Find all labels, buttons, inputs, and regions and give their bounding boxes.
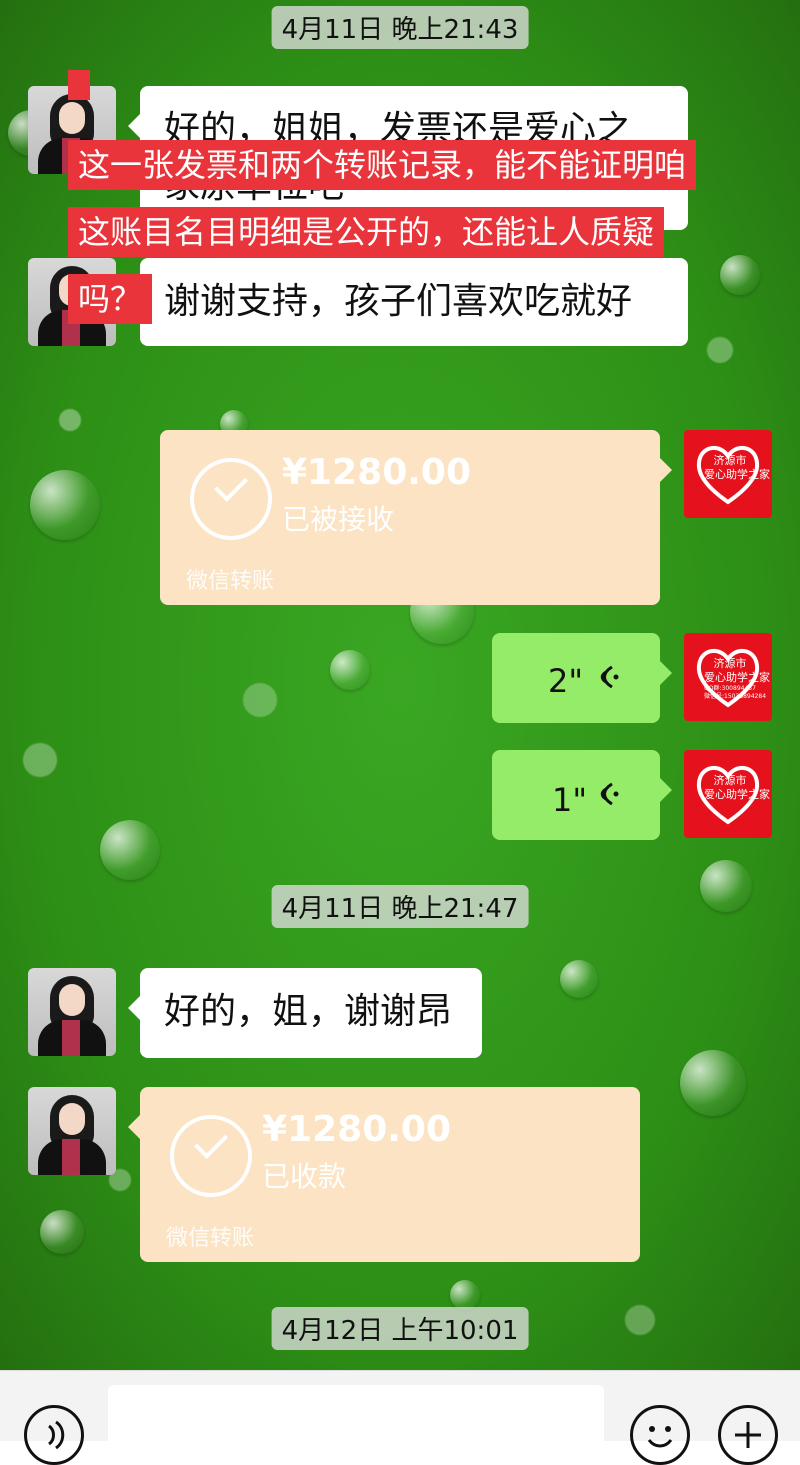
- water-droplet: [720, 255, 760, 295]
- wechat-transfer-card[interactable]: ¥1280.00 已收款 微信转账: [128, 1087, 640, 1262]
- message-text: 谢谢支持，孩子们喜欢吃就好: [164, 281, 633, 322]
- water-droplet: [450, 1280, 480, 1310]
- self-avatar-logo[interactable]: 济源市 爱心助学之家 QQ群:300894437 微信号:15038894284: [684, 633, 772, 721]
- transfer-footer: 微信转账: [166, 1226, 255, 1251]
- transfer-status: 已被接收: [282, 503, 395, 536]
- check-circle-icon: [170, 1115, 252, 1197]
- plus-button[interactable]: [718, 1405, 778, 1465]
- transfer-footer: 微信转账: [186, 569, 275, 594]
- contact-avatar[interactable]: [28, 1087, 116, 1175]
- timestamp: 4月12日 上午10:01: [271, 1307, 529, 1350]
- logo-phone: 微信号:15038894284: [704, 693, 767, 700]
- water-droplet: [40, 1210, 84, 1254]
- transfer-amount: ¥1280.00: [262, 1109, 452, 1150]
- timestamp: 4月11日 晚上21:47: [271, 885, 529, 928]
- transfer-amount: ¥1280.00: [282, 452, 472, 493]
- message-bubble[interactable]: 谢谢支持，孩子们喜欢吃就好: [128, 258, 688, 346]
- water-droplet: [30, 470, 100, 540]
- caption-marker: [68, 70, 90, 100]
- voice-message[interactable]: 2": [492, 633, 672, 723]
- voice-message[interactable]: 1": [492, 750, 672, 840]
- plus-icon: [735, 1422, 761, 1448]
- overlay-caption-line: 这一张发票和两个转账记录，能不能证明咱: [68, 140, 697, 190]
- voice-wave-icon: [600, 665, 619, 689]
- water-droplet: [560, 960, 598, 998]
- overlay-caption-line: 吗？: [68, 274, 153, 324]
- logo-subtitle: 爱心助学之家: [704, 468, 770, 481]
- water-droplet: [680, 1050, 746, 1116]
- message-text: 好的，姐，谢谢昂: [164, 991, 453, 1032]
- water-droplet: [700, 860, 752, 912]
- voice-duration: 1": [552, 781, 588, 819]
- transfer-status: 已收款: [262, 1160, 347, 1193]
- voice-wave-icon: [600, 782, 619, 806]
- check-circle-icon: [190, 458, 272, 540]
- wechat-transfer-card[interactable]: ¥1280.00 已被接收 微信转账: [160, 430, 672, 605]
- voice-input-icon: [48, 1420, 65, 1450]
- emoji-icon: [647, 1426, 673, 1448]
- input-toolbar: [0, 1370, 800, 1465]
- message-input[interactable]: [108, 1385, 604, 1457]
- self-avatar-logo[interactable]: 济源市 爱心助学之家: [684, 430, 772, 518]
- water-droplet: [330, 650, 370, 690]
- emoji-button[interactable]: [630, 1405, 690, 1465]
- overlay-caption-line: 这账目名目明细是公开的，还能让人质疑: [68, 207, 665, 257]
- message-bubble[interactable]: 好的，姐，谢谢昂: [128, 968, 482, 1058]
- water-droplet: [100, 820, 160, 880]
- contact-avatar[interactable]: [28, 968, 116, 1056]
- timestamp: 4月11日 晚上21:43: [271, 6, 529, 49]
- self-avatar-logo[interactable]: 济源市 爱心助学之家: [684, 750, 772, 838]
- voice-input-button[interactable]: [24, 1405, 84, 1465]
- chat-background: 4月11日 晚上21:43 好的，姐姐，发票还是爱心之家原单位吧 谢谢支持，孩子…: [0, 0, 800, 1370]
- voice-duration: 2": [548, 662, 584, 700]
- logo-subtitle: 爱心助学之家: [704, 788, 770, 801]
